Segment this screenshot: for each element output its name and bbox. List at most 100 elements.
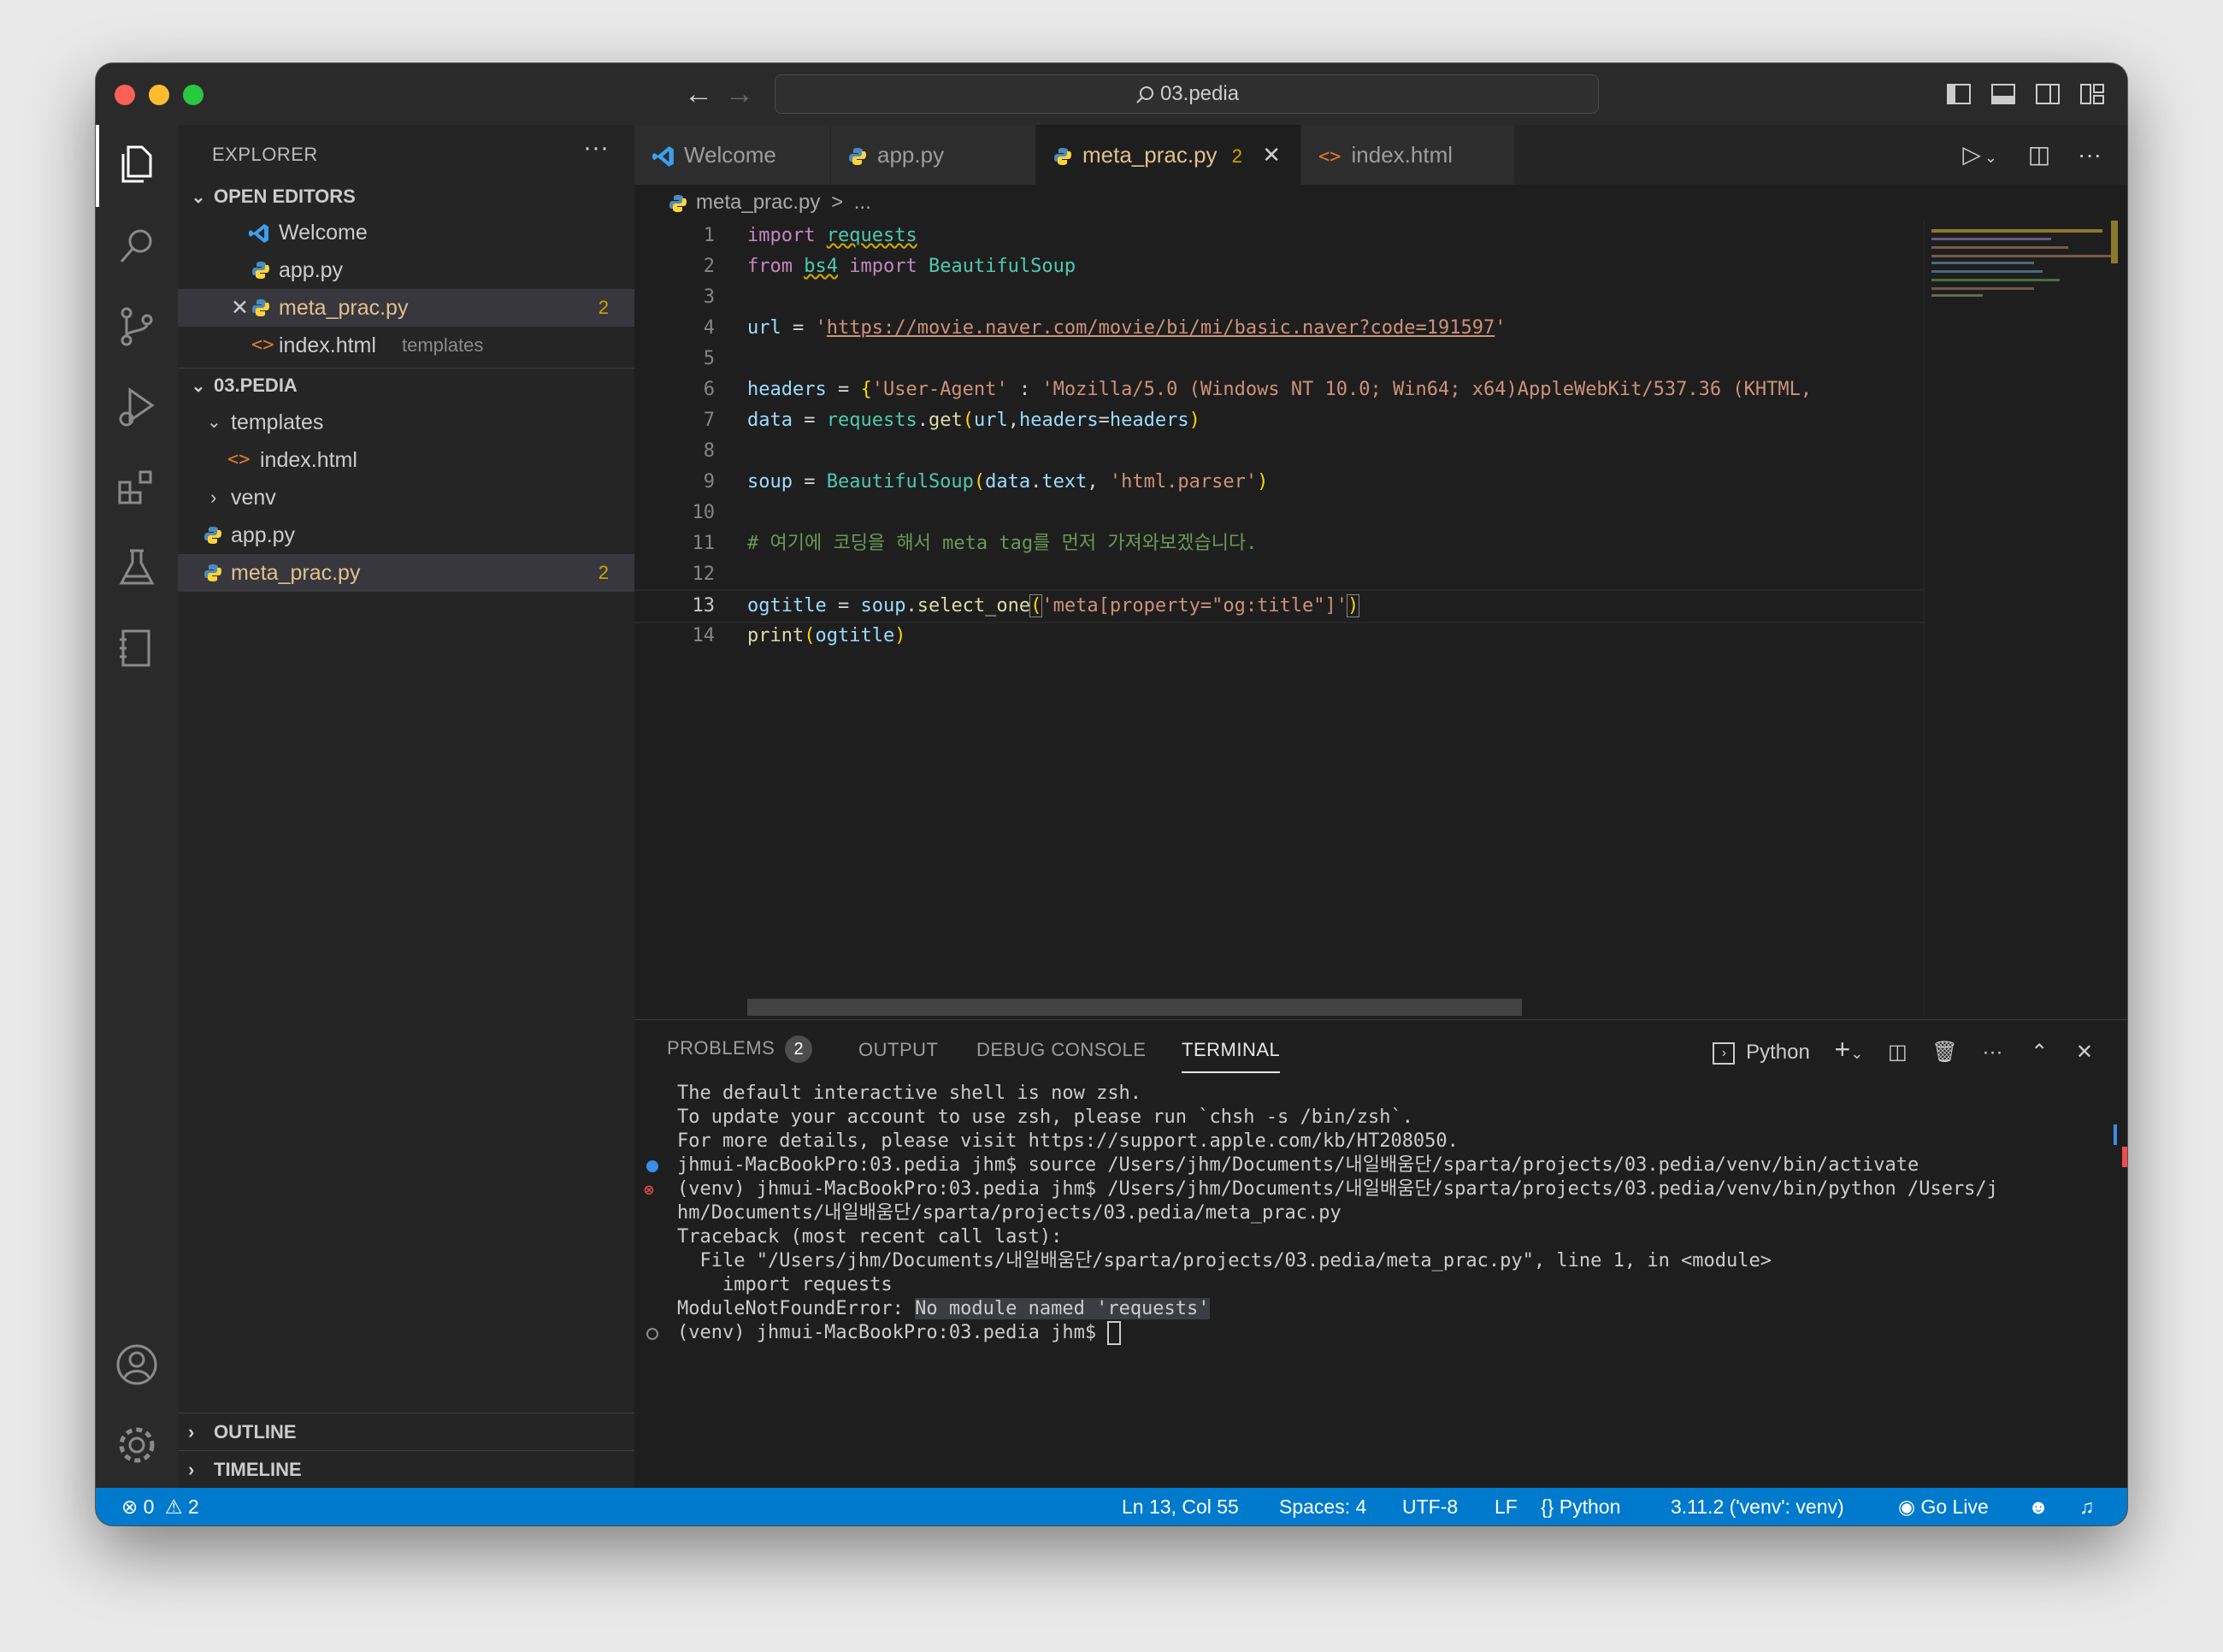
python-file-icon	[204, 527, 221, 544]
tree-file-app-py[interactable]: app.py	[178, 516, 634, 554]
tab-meta-prac-py[interactable]: meta_prac.py 2 ✕	[1036, 125, 1301, 185]
run-play-icon[interactable]: ▷	[1962, 141, 1981, 168]
split-editor-icon[interactable]: ◫	[2028, 141, 2050, 168]
tree-folder-venv[interactable]: › venv	[178, 479, 634, 516]
project-folder-header[interactable]: ⌄ 03.PEDIA	[178, 368, 634, 403]
encoding[interactable]: UTF-8	[1402, 1488, 1458, 1525]
vscode-window: ← → 03.pedia EXPLORER ··· ⌄ OPEN EDITORS …	[96, 63, 2127, 1525]
split-terminal-icon[interactable]: ◫	[1888, 1041, 1908, 1064]
command-success-dot-icon[interactable]	[646, 1160, 658, 1172]
zoom-window-button[interactable]	[183, 85, 203, 105]
back-arrow-icon[interactable]: ←	[684, 77, 713, 111]
trash-icon[interactable]: 🗑	[1931, 1041, 1957, 1064]
command-center-search[interactable]: 03.pedia	[775, 74, 1599, 114]
tab-problems[interactable]: PROBLEMS 2	[667, 1035, 813, 1063]
command-error-icon[interactable]: ⊗	[644, 1177, 654, 1201]
outline-section-header[interactable]: › OUTLINE	[178, 1413, 634, 1451]
python-file-icon	[204, 564, 221, 581]
maximize-panel-icon[interactable]: ⌃	[2031, 1041, 2048, 1064]
add-terminal-icon[interactable]: +	[1835, 1034, 1851, 1065]
breadcrumb-separator: >	[831, 191, 844, 214]
customize-layout-icon[interactable]	[2079, 82, 2105, 106]
accounts-icon[interactable]	[115, 1342, 159, 1387]
testing-flask-icon[interactable]	[115, 546, 159, 590]
chevron-down-icon: ⌄	[191, 377, 206, 396]
tab-debug-console[interactable]: DEBUG CONSOLE	[976, 1039, 1146, 1061]
code-comment: # 여기에 코딩을 해서 meta tag를 먼저 가져와보겠습니다.	[747, 533, 1258, 554]
chevron-down-icon[interactable]: ⌄	[1984, 149, 1997, 166]
line-number: 5	[703, 348, 715, 369]
go-live-button[interactable]: ◉ Go Live	[1898, 1488, 1989, 1525]
toggle-panel-icon[interactable]	[1990, 82, 2016, 106]
notifications-bell-icon[interactable]: ♫	[2079, 1488, 2094, 1525]
source-control-icon[interactable]	[115, 304, 159, 349]
line-number: 7	[703, 410, 715, 431]
tab-welcome[interactable]: Welcome	[634, 125, 831, 185]
tab-index-html[interactable]: <> index.html	[1301, 125, 1515, 185]
python-interpreter[interactable]: 3.11.2 ('venv': venv)	[1671, 1488, 1844, 1525]
open-editor-item-meta-prac[interactable]: ✕ meta_prac.py 2	[178, 289, 634, 327]
tab-terminal[interactable]: TERMINAL	[1182, 1039, 1281, 1073]
tree-folder-templates[interactable]: ⌄ templates	[178, 404, 634, 441]
minimap-line	[1931, 279, 2060, 281]
open-editor-item-index[interactable]: <> index.html templates	[178, 327, 634, 364]
timeline-section-header[interactable]: › TIMELINE	[178, 1450, 634, 1489]
warning-icon: ⚠	[164, 1496, 183, 1518]
terminal-shell-label[interactable]: Python	[1746, 1041, 1810, 1064]
command-center-title: 03.pedia	[1159, 82, 1240, 105]
close-icon[interactable]: ✕	[231, 289, 249, 327]
close-window-button[interactable]	[115, 85, 135, 105]
toggle-primary-sidebar-icon[interactable]	[1946, 82, 1972, 106]
editor-actions: ▷ ⌄ ◫ ···	[1962, 140, 2102, 168]
status-bar: ⊗ 0 ⚠ 2 Ln 13, Col 55 Spaces: 4 UTF-8 LF…	[96, 1488, 2127, 1525]
breadcrumb-symbols[interactable]: ...	[854, 191, 871, 214]
python-file-icon	[252, 299, 269, 316]
explorer-files-icon[interactable]	[115, 142, 159, 186]
chevron-down-icon[interactable]: ⌄	[1850, 1045, 1863, 1062]
folder-hint: templates	[402, 334, 484, 356]
terminal-line: The default interactive shell is now zsh…	[677, 1083, 1142, 1104]
run-debug-icon[interactable]	[115, 385, 159, 429]
problems-status[interactable]: ⊗ 0 ⚠ 2	[121, 1488, 199, 1525]
horizontal-scrollbar[interactable]	[747, 999, 1522, 1016]
breadcrumb-file[interactable]: meta_prac.py	[696, 191, 820, 214]
tab-output[interactable]: OUTPUT	[858, 1039, 938, 1061]
tree-file-meta-prac[interactable]: meta_prac.py 2	[178, 554, 634, 592]
explorer-more-icon[interactable]: ···	[583, 133, 609, 162]
indentation[interactable]: Spaces: 4	[1279, 1488, 1366, 1525]
terminal-line: (venv) jhmui-MacBookPro:03.pedia jhm$	[677, 1321, 1122, 1345]
end-of-line[interactable]: LF	[1495, 1488, 1518, 1525]
breadcrumb: meta_prac.py > ...	[669, 188, 871, 217]
tree-file-index-html[interactable]: <> index.html	[178, 441, 634, 479]
extensions-icon[interactable]	[115, 465, 159, 510]
language-mode[interactable]: {} Python	[1541, 1488, 1620, 1525]
line-number: 2	[703, 256, 715, 277]
more-actions-icon[interactable]: ···	[2078, 141, 2102, 168]
open-editor-item-app[interactable]: app.py	[178, 251, 634, 289]
code-editor[interactable]: 1 import requests 2 from bs4 import Beauti…	[634, 221, 2020, 674]
line-number: 11	[692, 533, 716, 554]
line-number: 9	[703, 471, 715, 493]
url-link[interactable]: https://movie.naver.com/movie/bi/mi/basi…	[827, 317, 1495, 339]
feedback-icon[interactable]: ☻	[2028, 1488, 2049, 1525]
problems-count-badge: 2	[785, 1035, 813, 1063]
search-icon	[1136, 86, 1153, 103]
minimap[interactable]	[1924, 221, 2118, 1016]
minimize-window-button[interactable]	[149, 85, 169, 105]
notebook-icon[interactable]	[115, 626, 159, 670]
close-panel-icon[interactable]: ✕	[2076, 1041, 2093, 1064]
vscode-logo-icon	[249, 224, 268, 243]
line-number: 10	[692, 502, 716, 523]
cursor-position[interactable]: Ln 13, Col 55	[1122, 1488, 1239, 1525]
search-icon[interactable]	[115, 224, 159, 268]
settings-gear-icon[interactable]	[115, 1423, 159, 1467]
open-editor-item-welcome[interactable]: Welcome	[178, 214, 634, 251]
toggle-secondary-sidebar-icon[interactable]	[2035, 82, 2061, 106]
open-editors-header[interactable]: ⌄ OPEN EDITORS	[178, 180, 634, 214]
close-tab-icon[interactable]: ✕	[1262, 142, 1281, 168]
more-actions-icon[interactable]: ···	[1982, 1041, 2002, 1064]
tab-app-py[interactable]: app.py	[831, 125, 1036, 185]
terminal-line: ModuleNotFoundError: No module named 're…	[677, 1298, 1210, 1319]
forward-arrow-icon[interactable]: →	[725, 77, 754, 111]
minimap-line	[1931, 270, 2043, 273]
